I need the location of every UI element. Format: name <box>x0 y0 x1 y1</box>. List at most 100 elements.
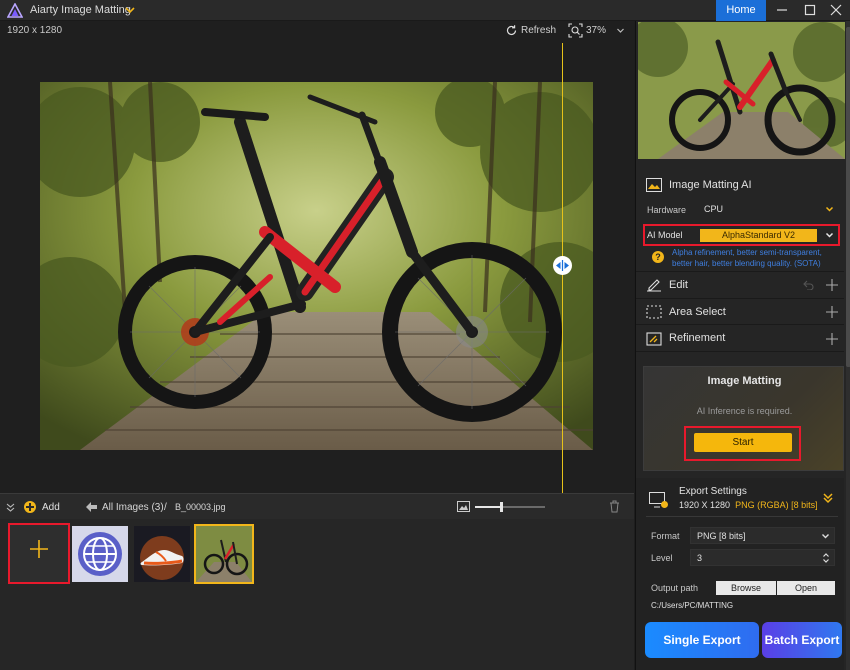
globe-icon <box>72 526 128 582</box>
start-button[interactable]: Start <box>694 433 792 452</box>
export-settings-title: Export Settings <box>679 486 747 497</box>
right-panel: Image Matting AI Hardware CPU AI Model A… <box>635 21 850 670</box>
close-icon <box>830 4 842 16</box>
output-path-value: C:/Users/PC/MATTING <box>651 601 734 610</box>
divider <box>636 271 844 272</box>
home-button[interactable]: Home <box>716 0 766 21</box>
export-summary: 1920 X 1280 PNG (RGBA) [8 bits] <box>679 500 818 510</box>
shoe-image <box>134 526 190 582</box>
filmstrip-toolbar: Add All Images (3) / B_00003.jpg <box>0 494 634 519</box>
collapse-chevron-icon[interactable] <box>822 492 834 504</box>
inference-required-text: AI Inference is required. <box>696 406 793 416</box>
image-matting-ai-title: Image Matting AI <box>669 179 752 191</box>
thumbnail-size-slider[interactable] <box>475 502 545 512</box>
zoom-dropdown-chevron-icon[interactable] <box>616 26 625 35</box>
edit-icon <box>647 279 661 292</box>
zoom-level[interactable]: 37% <box>586 25 606 36</box>
export-settings: Export Settings 1920 X 1280 PNG (RGBA) [… <box>636 478 844 670</box>
export-resolution: 1920 X 1280 <box>679 500 731 510</box>
chevron-down-icon[interactable] <box>825 231 834 240</box>
trash-icon[interactable] <box>609 500 620 513</box>
preview-bicycle-image <box>638 22 845 159</box>
batch-export-button[interactable]: Batch Export <box>762 622 842 658</box>
minimize-button[interactable] <box>768 0 796 21</box>
maximize-icon <box>804 4 816 16</box>
divider <box>646 516 838 517</box>
zoom-fit-icon[interactable] <box>568 23 583 38</box>
ai-model-row[interactable]: AI Model AlphaStandard V2 <box>643 224 840 246</box>
hardware-value: CPU <box>704 204 724 214</box>
filmstrip: Add All Images (3) / B_00003.jpg <box>0 493 634 670</box>
preview-thumbnail <box>638 22 845 159</box>
output-path-label: Output path <box>651 583 699 593</box>
bicycle-photo <box>40 82 593 450</box>
image-matting-card: Image Matting AI Inference is required. … <box>643 366 844 471</box>
title-bar: Aiarty Image Matting Home <box>0 0 850 21</box>
app-title: Aiarty Image Matting <box>30 4 131 16</box>
thumbnail-shoe[interactable] <box>134 526 190 582</box>
expand-edit-plus-icon[interactable] <box>826 279 838 291</box>
image-matting-ai-icon <box>646 178 662 192</box>
section-edit[interactable]: Edit <box>669 279 688 291</box>
format-label: Format <box>651 531 680 541</box>
divider <box>636 298 844 299</box>
image-canvas[interactable]: 1920 x 1280 Refresh 37% <box>0 21 634 493</box>
level-stepper[interactable]: 3 <box>690 549 835 566</box>
browse-button[interactable]: Browse <box>716 581 776 595</box>
breadcrumb-all-images[interactable]: All Images (3) <box>102 502 164 513</box>
single-export-button[interactable]: Single Export <box>645 622 759 658</box>
plus-icon <box>29 539 49 559</box>
slider-knob[interactable] <box>500 502 503 512</box>
refresh-button[interactable]: Refresh <box>521 25 556 36</box>
panel-scrollbar[interactable] <box>846 21 850 670</box>
slider-fill <box>475 506 501 508</box>
add-button[interactable]: Add <box>42 502 60 513</box>
compare-handle[interactable] <box>553 256 572 275</box>
collapse-double-chevron-icon[interactable] <box>6 503 15 512</box>
breadcrumb-current-file: B_00003.jpg <box>175 502 226 512</box>
bike-thumbnail-image <box>196 526 252 582</box>
chevron-down-icon <box>822 534 829 539</box>
ai-model-select[interactable]: AlphaStandard V2 <box>700 229 817 242</box>
thumbnail-size-icon <box>457 501 470 512</box>
expand-area-select-plus-icon[interactable] <box>826 306 838 318</box>
add-image-tile[interactable] <box>8 523 70 584</box>
thumbnail-bike[interactable] <box>194 524 254 584</box>
refinement-icon <box>646 332 662 346</box>
undo-icon[interactable] <box>802 280 814 290</box>
question-icon[interactable]: ? <box>652 251 664 263</box>
image-resolution: 1920 x 1280 <box>7 25 63 36</box>
hardware-select[interactable]: CPU <box>698 201 838 218</box>
compare-arrows-icon <box>556 260 569 271</box>
ai-model-hint: Alpha refinement, better semi-transparen… <box>672 248 822 268</box>
expand-refinement-plus-icon[interactable] <box>826 333 838 345</box>
format-select[interactable]: PNG [8 bits] <box>690 527 835 544</box>
app-logo-icon <box>7 3 23 18</box>
format-value: PNG [8 bits] <box>697 531 746 541</box>
thumbnail-globe[interactable] <box>72 526 128 582</box>
maximize-button[interactable] <box>796 0 824 21</box>
close-button[interactable] <box>822 0 850 21</box>
level-label: Level <box>651 553 673 563</box>
level-value: 3 <box>697 553 703 563</box>
divider <box>636 324 844 325</box>
back-arrow-icon[interactable] <box>86 502 97 512</box>
main-image[interactable] <box>40 82 593 450</box>
stepper-arrows-icon[interactable] <box>822 552 830 564</box>
export-settings-icon <box>649 492 668 508</box>
section-refinement[interactable]: Refinement <box>669 332 725 344</box>
divider <box>636 351 844 352</box>
breadcrumb-separator: / <box>164 502 167 513</box>
add-icon[interactable] <box>24 501 36 513</box>
refresh-icon[interactable] <box>505 24 518 37</box>
minimize-icon <box>777 9 787 11</box>
scrollbar-thumb[interactable] <box>846 27 850 367</box>
area-select-icon <box>646 305 662 319</box>
section-area-select[interactable]: Area Select <box>669 306 726 318</box>
export-format-summary: PNG (RGBA) [8 bits] <box>735 500 818 510</box>
chevron-down-icon <box>825 206 834 212</box>
open-button[interactable]: Open <box>777 581 835 595</box>
start-highlight: Start <box>684 426 801 461</box>
ai-model-label: AI Model <box>647 230 683 240</box>
app-menu-chevron-icon[interactable] <box>124 4 136 16</box>
